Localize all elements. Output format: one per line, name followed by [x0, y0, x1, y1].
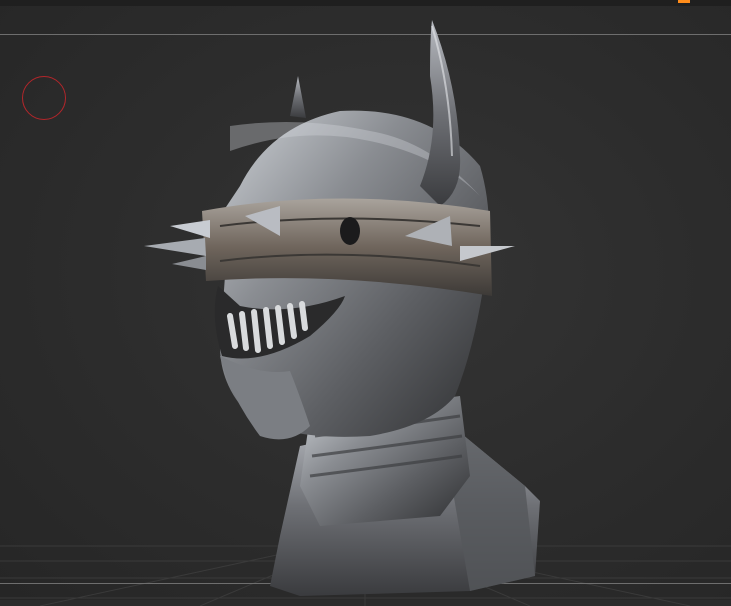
- horn-right: [420, 20, 461, 206]
- sculpted-bust-model[interactable]: [140, 16, 560, 606]
- 3d-viewport[interactable]: [0, 6, 731, 606]
- horn-left: [290, 76, 306, 118]
- circle-brush-icon[interactable]: [22, 76, 66, 120]
- orange-tab-indicator[interactable]: [678, 0, 690, 3]
